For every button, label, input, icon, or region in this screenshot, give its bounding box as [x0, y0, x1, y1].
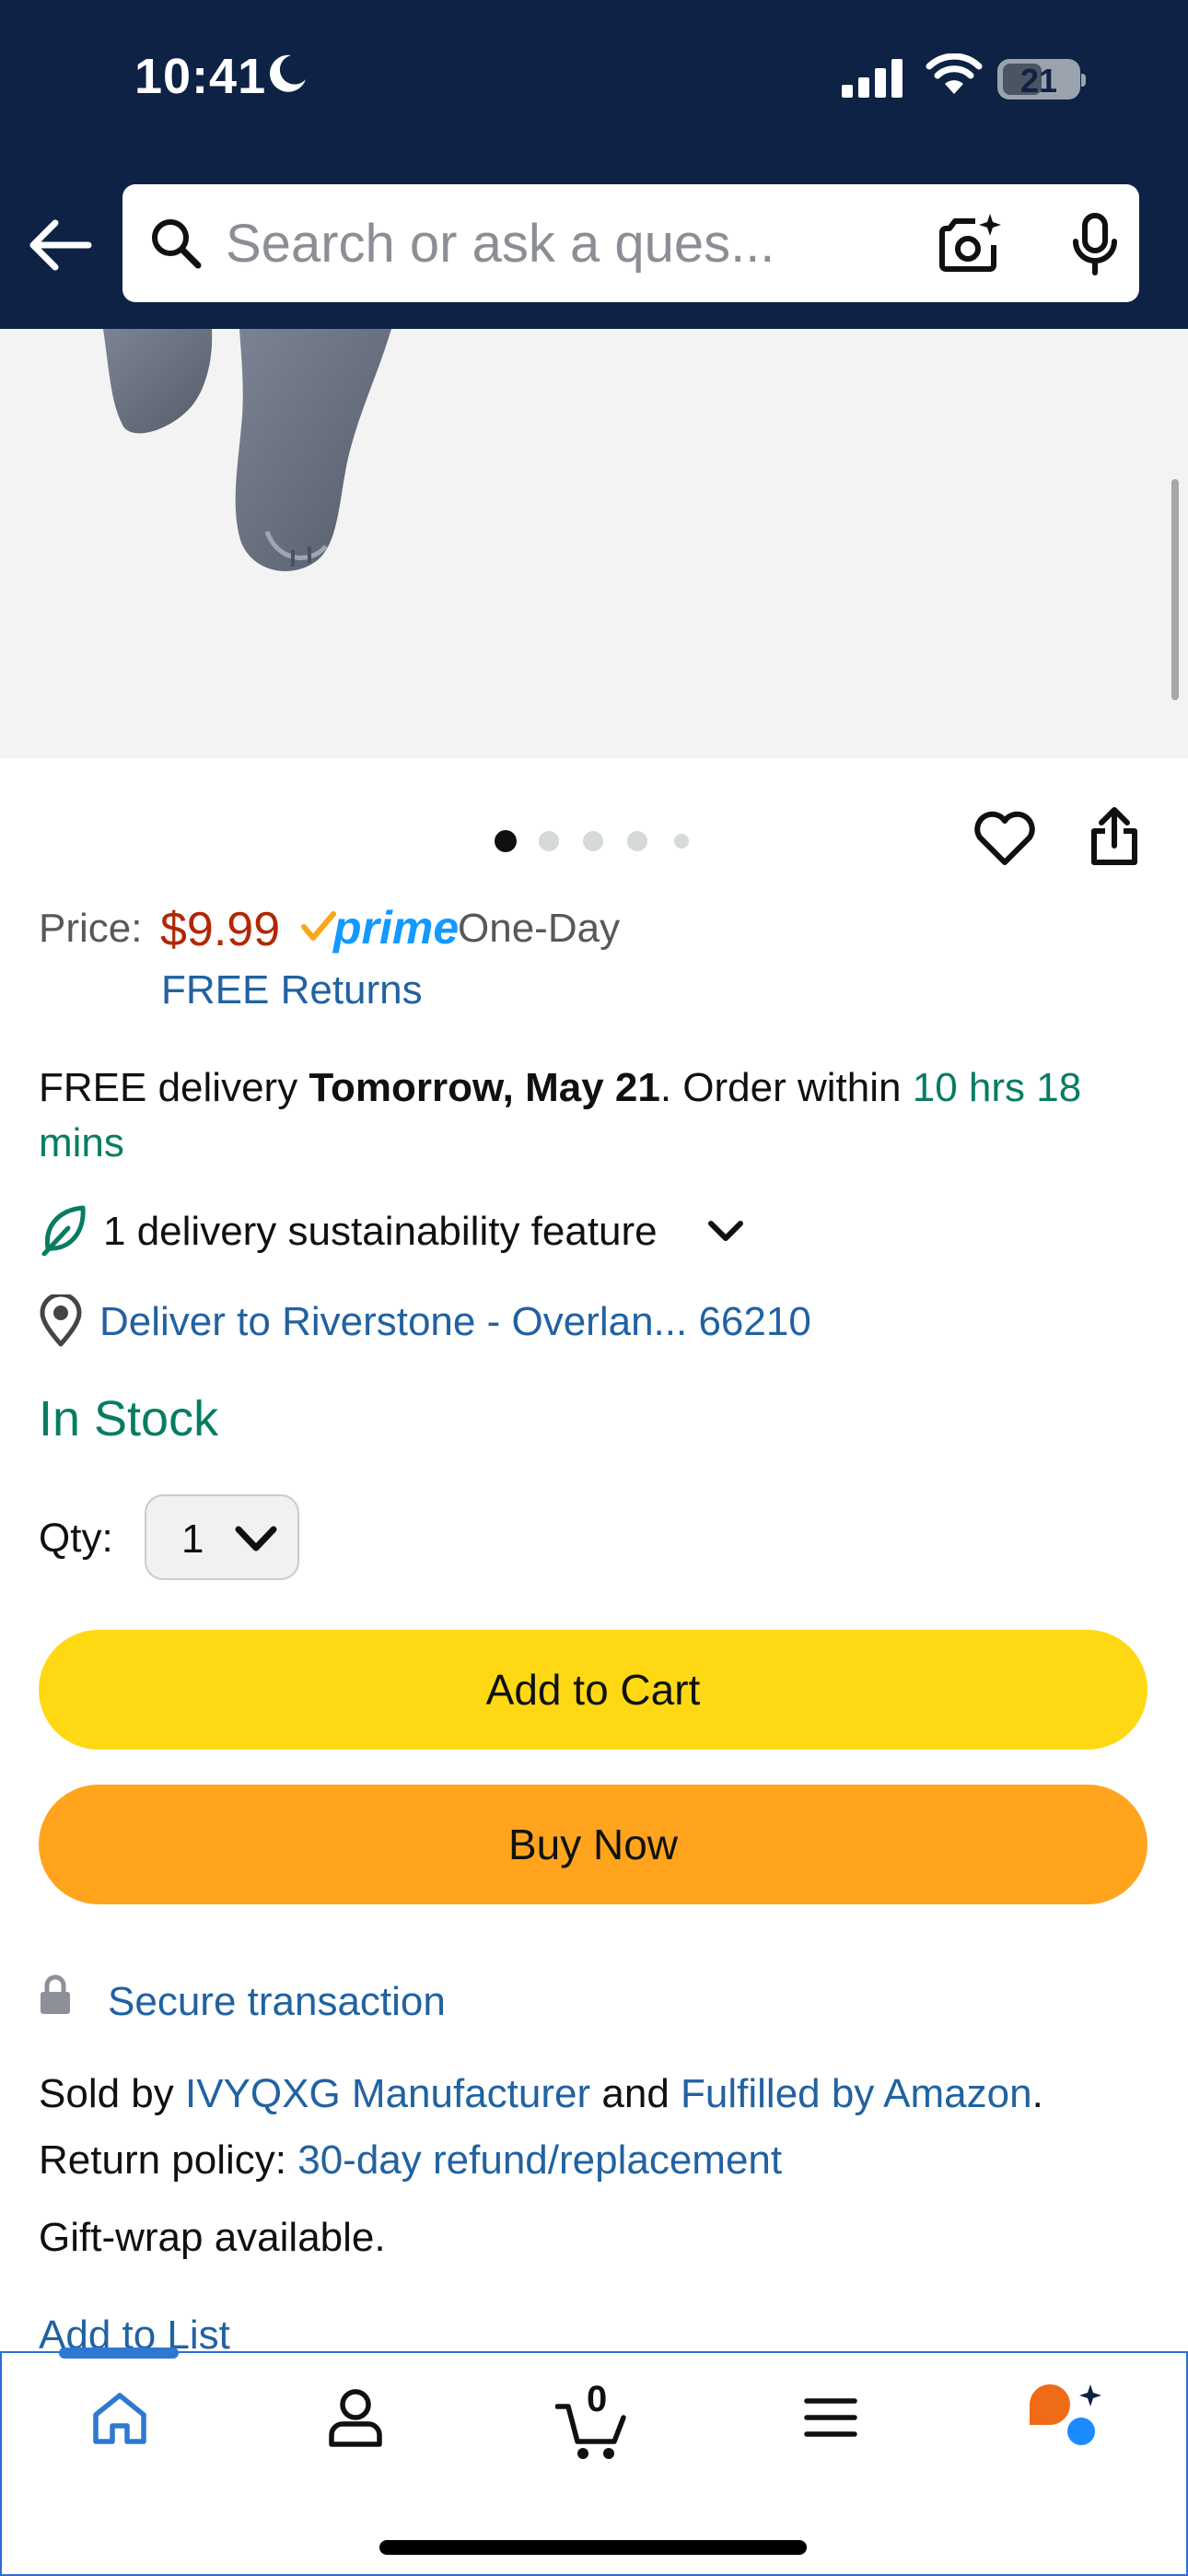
- lock-icon: [41, 1974, 70, 2014]
- cat-paws-image: [103, 329, 391, 571]
- home-icon[interactable]: [91, 2391, 148, 2446]
- microphone-icon[interactable]: [1069, 212, 1121, 276]
- free-returns-link[interactable]: FREE Returns: [161, 967, 423, 1013]
- heart-icon[interactable]: [973, 809, 1037, 866]
- product-image[interactable]: [0, 329, 1188, 758]
- status-time: 10:41: [134, 49, 267, 104]
- menu-icon[interactable]: [803, 2395, 858, 2440]
- search-bar[interactable]: [122, 184, 1139, 302]
- fulfilled-by-link[interactable]: Fulfilled by Amazon: [681, 2071, 1032, 2116]
- carousel-dot[interactable]: [674, 834, 689, 849]
- signal-icon: [842, 59, 903, 98]
- wifi-icon: [926, 53, 983, 94]
- battery-nub: [1081, 74, 1086, 87]
- stock-status: In Stock: [39, 1391, 219, 1446]
- battery-level: 21: [1019, 62, 1058, 100]
- and-label: and: [590, 2071, 681, 2116]
- delivery-countdown: 10 hrs 18: [912, 1065, 1082, 1110]
- account-icon[interactable]: [328, 2387, 383, 2448]
- scrollbar[interactable]: [1171, 479, 1179, 700]
- gift-wrap: Gift-wrap available.: [39, 2215, 386, 2260]
- prime-check-icon: [301, 911, 336, 941]
- return-policy-label: Return policy:: [39, 2137, 298, 2183]
- cart-nav-button[interactable]: 0: [555, 2379, 629, 2464]
- price-amount: $9.99: [160, 903, 281, 956]
- chevron-down-icon[interactable]: [707, 1218, 744, 1244]
- location-pin-icon: [40, 1294, 82, 1347]
- nav-active-indicator: [59, 2348, 179, 2359]
- seller-period: .: [1031, 2071, 1043, 2116]
- chevron-down-icon: [235, 1526, 277, 1551]
- home-indicator: [379, 2540, 807, 2555]
- delivery-speed: One-Day: [458, 906, 621, 951]
- moon-icon: [269, 54, 306, 92]
- price-label: Price:: [39, 906, 143, 951]
- carousel-dot[interactable]: [539, 831, 559, 851]
- carousel-dot-active[interactable]: [495, 830, 517, 852]
- leaf-icon: [41, 1205, 86, 1256]
- add-to-cart-button[interactable]: Add to Cart: [39, 1630, 1147, 1750]
- carousel-dot[interactable]: [583, 831, 603, 851]
- secure-transaction-link[interactable]: Secure transaction: [108, 1979, 446, 2025]
- qty-label: Qty:: [39, 1516, 113, 1561]
- delivery-prefix: FREE delivery: [39, 1065, 309, 1110]
- delivery-date: Tomorrow, May 21: [309, 1065, 660, 1110]
- qty-select[interactable]: 1: [145, 1494, 299, 1580]
- search-input[interactable]: [226, 210, 944, 276]
- seller-link[interactable]: IVYQXG Manufacturer: [185, 2071, 590, 2116]
- sold-by-label: Sold by: [39, 2071, 185, 2116]
- battery-icon: 21: [997, 59, 1080, 100]
- cart-count: 0: [587, 2379, 608, 2419]
- camera-icon[interactable]: [938, 212, 1003, 275]
- buy-now-button[interactable]: Buy Now: [39, 1785, 1147, 1904]
- delivery-line: FREE delivery Tomorrow, May 21. Order wi…: [39, 1065, 1153, 1111]
- return-policy-link[interactable]: 30-day refund/replacement: [297, 2137, 782, 2183]
- delivery-countdown-cont: mins: [39, 1120, 124, 1165]
- prime-badge: prime: [333, 902, 460, 954]
- carousel-dot[interactable]: [627, 831, 647, 851]
- search-icon[interactable]: [148, 216, 204, 271]
- sustainability-feature[interactable]: 1 delivery sustainability feature: [103, 1209, 658, 1255]
- seller-line: Sold by IVYQXG Manufacturer and Fulfille…: [39, 2071, 1043, 2117]
- back-arrow-icon[interactable]: [28, 217, 92, 273]
- rufus-icon[interactable]: [1026, 2381, 1105, 2451]
- deliver-to-link[interactable]: Deliver to Riverstone - Overlan... 66210: [99, 1299, 811, 1345]
- share-icon[interactable]: [1087, 805, 1142, 868]
- qty-value: 1: [181, 1516, 204, 1562]
- return-policy-line: Return policy: 30-day refund/replacement: [39, 2137, 782, 2184]
- delivery-mid: . Order within: [659, 1065, 913, 1110]
